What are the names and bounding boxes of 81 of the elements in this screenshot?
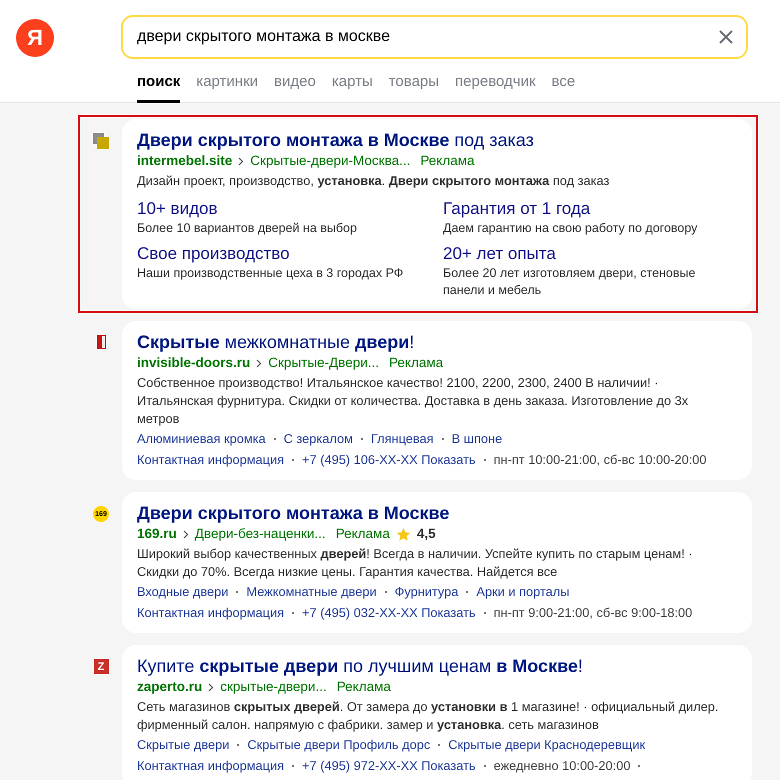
- quick-link[interactable]: Глянцевая: [370, 428, 434, 449]
- contact-link[interactable]: Контактная информация: [137, 755, 284, 776]
- logo[interactable]: Я: [16, 19, 54, 57]
- separator-dot: [292, 612, 294, 614]
- door-icon: [96, 335, 106, 349]
- separator-dot: [484, 612, 486, 614]
- ad-label: Реклама: [336, 525, 390, 543]
- sitelink[interactable]: Свое производство: [137, 243, 443, 265]
- sitelink-description: Наши производственные цеха в 3 городах РФ: [137, 265, 404, 282]
- path-link[interactable]: Скрытые-двери-Москва...: [250, 152, 410, 170]
- quick-link[interactable]: Скрытые двери Краснодеревщик: [448, 734, 646, 755]
- close-icon[interactable]: [718, 29, 734, 45]
- domain-link[interactable]: 169.ru: [137, 525, 177, 543]
- separator-dot: [236, 590, 238, 592]
- result-snippet: Собственное производство! Итальянское качество! 2100, 2200, 2300, 2400 В наличии! · Итальянская фурнитура. Скидки от количества. Доставка в день заказа. Изготовление до 3х метров: [137, 374, 690, 428]
- separator-dot: [274, 438, 276, 440]
- quick-link[interactable]: Арки и порталы: [476, 581, 570, 602]
- chevron-icon: [208, 682, 214, 692]
- search-tab[interactable]: картинки: [196, 73, 258, 103]
- rating-value: 4,5: [416, 525, 436, 543]
- search-tab[interactable]: карты: [332, 73, 373, 103]
- chevron-icon: [182, 530, 189, 538]
- star-icon: [396, 526, 411, 542]
- domain-link[interactable]: intermebel.site: [137, 152, 232, 170]
- result-title-link[interactable]: Двери скрытого монтажа в Москве: [137, 501, 736, 525]
- separator-dot: [484, 458, 486, 460]
- search-tab[interactable]: все: [552, 73, 576, 103]
- ad-label: Реклама: [389, 354, 444, 372]
- search-tab[interactable]: поиск: [137, 73, 180, 103]
- contact-link[interactable]: +7 (495) 106-XX-XX Показать: [302, 449, 476, 470]
- separator-dot: [466, 590, 468, 592]
- result-title-link[interactable]: Скрытые межкомнатные двери!: [137, 330, 736, 354]
- separator-dot: [292, 764, 294, 766]
- separator-dot: [442, 438, 444, 440]
- opening-hours: пн-пт 9:00-21:00, сб-вс 9:00-18:00: [494, 604, 692, 622]
- search-tab[interactable]: видео: [274, 73, 316, 103]
- quick-link[interactable]: В шпоне: [452, 428, 502, 449]
- chevron-icon: [256, 358, 262, 368]
- quick-link[interactable]: Скрытые двери: [137, 734, 230, 755]
- result-snippet: Широкий выбор качественных дверей! Всегда в наличии. Успейте купить по старым ценам! · Скидки до 70%. Всегда низкие цены. Гарантия качества. Найдется все: [137, 545, 694, 581]
- separator-dot: [438, 744, 440, 746]
- quick-link[interactable]: Фурнитура: [394, 581, 458, 602]
- result-title-link[interactable]: Двери скрытого монтажа в Москве под заказ: [137, 128, 736, 152]
- quick-link[interactable]: Алюминиевая кромка: [137, 428, 266, 449]
- favicon-icon: [93, 133, 109, 149]
- domain-link[interactable]: invisible-doors.ru: [137, 354, 250, 372]
- opening-hours: пн-пт 10:00-21:00, сб-вс 10:00-20:00: [494, 451, 707, 469]
- separator-dot: [360, 438, 363, 440]
- chevron-icon: [238, 156, 244, 166]
- sitelink-description: Даем гарантию на свою работу по договору: [443, 220, 698, 237]
- result-title-link[interactable]: Купите скрытые двери по лучшим ценам в Москве!: [137, 654, 736, 678]
- ad-label: Реклама: [336, 678, 391, 696]
- result-snippet: Дизайн проект, производство, установка. Двери скрытого монтажа под заказ: [137, 172, 610, 190]
- contact-link[interactable]: +7 (495) 972-XX-XX Показать: [302, 755, 476, 776]
- separator-dot: [292, 458, 294, 460]
- sitelink-description: Более 10 вариантов дверей на выбор: [137, 220, 358, 237]
- path-link[interactable]: Скрытые-Двери...: [268, 354, 380, 372]
- contact-link[interactable]: Контактная информация: [137, 449, 284, 470]
- path-link[interactable]: Двери-без-наценки...: [194, 525, 326, 543]
- quick-link[interactable]: Входные двери: [137, 581, 228, 602]
- domain-link[interactable]: zaperto.ru: [137, 678, 202, 696]
- search-tab[interactable]: товары: [388, 73, 440, 103]
- quick-link[interactable]: Скрытые двери Профиль дорс: [247, 734, 430, 755]
- quick-link[interactable]: С зеркалом: [284, 428, 353, 449]
- separator-dot: [384, 590, 387, 592]
- separator-dot: [484, 764, 486, 766]
- search-tab[interactable]: переводчик: [455, 73, 536, 103]
- separator-dot: [237, 744, 240, 746]
- sitelink[interactable]: 10+ видов: [137, 198, 443, 220]
- favicon-icon: Z: [94, 659, 108, 674]
- path-link[interactable]: скрытые-двери...: [220, 678, 327, 696]
- sitelink-description: Более 20 лет изготовляем двери, стеновые панели и мебель: [443, 265, 696, 299]
- opening-hours: ежедневно 10:00-20:00: [494, 757, 630, 775]
- result-snippet: Сеть магазинов скрытых дверей. От замера до установки в 1 магазине! · официальный дилер. фирменный салон. напрямую с фабрики. замер и установка. сеть магазинов: [137, 698, 720, 734]
- contact-link[interactable]: +7 (495) 032-XX-XX Показать: [302, 602, 476, 623]
- search-field[interactable]: двери скрытого монтажа в москве: [121, 15, 748, 59]
- contact-link[interactable]: Контактная информация: [137, 602, 284, 623]
- sitelink[interactable]: 20+ лет опыта: [443, 243, 736, 265]
- sitelink[interactable]: Гарантия от 1 года: [443, 198, 736, 220]
- quick-link[interactable]: Межкомнатные двери: [246, 581, 377, 602]
- ad-label: Реклама: [420, 152, 475, 170]
